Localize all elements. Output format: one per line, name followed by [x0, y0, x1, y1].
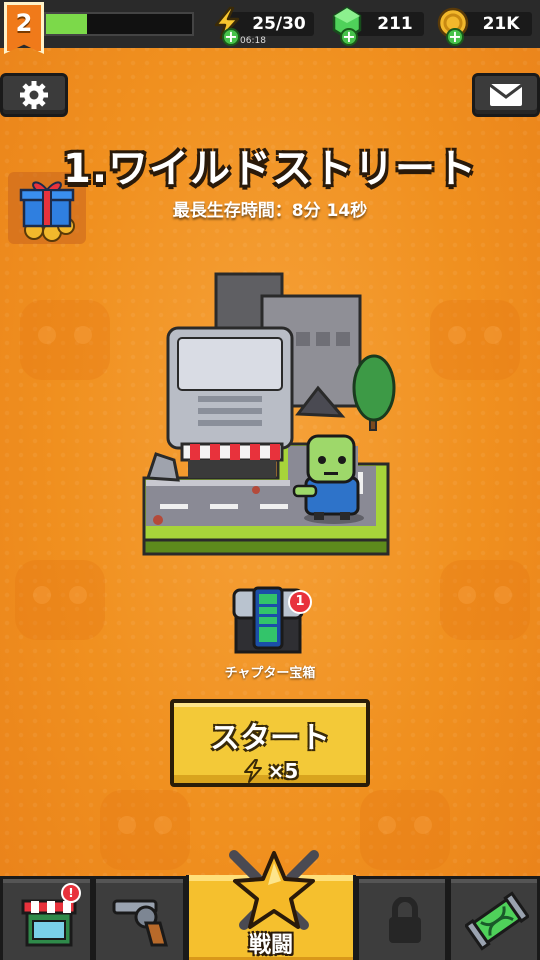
battle-star-icon — [229, 850, 319, 930]
start-cost: ×5 — [174, 759, 366, 783]
top-bar: 25/30 + 06:18 211 + 21K + — [0, 0, 540, 48]
bg-decoration — [100, 790, 190, 870]
best-survival-time: 最長生存時間：8分 14秒 — [172, 201, 368, 221]
xp-bar — [44, 12, 194, 36]
coin-value: 21K — [482, 14, 520, 34]
bg-decoration — [360, 790, 450, 870]
lock-icon — [389, 897, 421, 943]
start-button-label: スタート — [210, 721, 330, 756]
energy-value: 25/30 — [252, 14, 306, 34]
gem-value: 211 — [377, 14, 413, 34]
start-button[interactable]: スタート ×5 — [170, 699, 370, 787]
energy-timer: 06:18 — [240, 36, 266, 46]
shop-notification-badge: ! — [61, 883, 81, 903]
xp-bar-fill — [46, 14, 87, 34]
add-gems-button[interactable]: + — [340, 28, 358, 46]
settings-button[interactable] — [0, 73, 68, 117]
tab-locked[interactable] — [356, 879, 448, 960]
dna-capsule-icon — [465, 891, 529, 951]
tab-battle[interactable]: 戦闘 — [186, 850, 356, 960]
chapter-title: 1.ワイルドストリート — [62, 146, 478, 192]
revolver-icon — [112, 899, 168, 947]
bottom-navigation: ! 戦闘 — [0, 850, 540, 960]
add-coins-button[interactable]: + — [446, 28, 464, 46]
tab-battle-label: 戦闘 — [248, 933, 293, 958]
bg-decoration — [20, 300, 110, 380]
add-energy-button[interactable]: + — [222, 28, 240, 46]
mail-button[interactable] — [472, 73, 540, 117]
chapter-chest-label: チャプター宝箱 — [224, 666, 316, 681]
tab-weapons[interactable] — [93, 879, 186, 960]
bg-decoration — [430, 300, 520, 380]
envelope-icon — [489, 83, 523, 106]
bg-decoration — [15, 560, 105, 640]
stage-illustration[interactable] — [138, 268, 400, 568]
tab-shop[interactable]: ! — [0, 879, 93, 960]
tab-evolution[interactable] — [448, 879, 540, 960]
player-level: 2 — [15, 9, 33, 37]
bg-decoration — [440, 560, 530, 640]
lightning-icon — [243, 759, 262, 783]
gear-icon — [20, 81, 48, 109]
chest-notification-badge: 1 — [288, 590, 312, 614]
start-cost-value: ×5 — [267, 759, 299, 783]
